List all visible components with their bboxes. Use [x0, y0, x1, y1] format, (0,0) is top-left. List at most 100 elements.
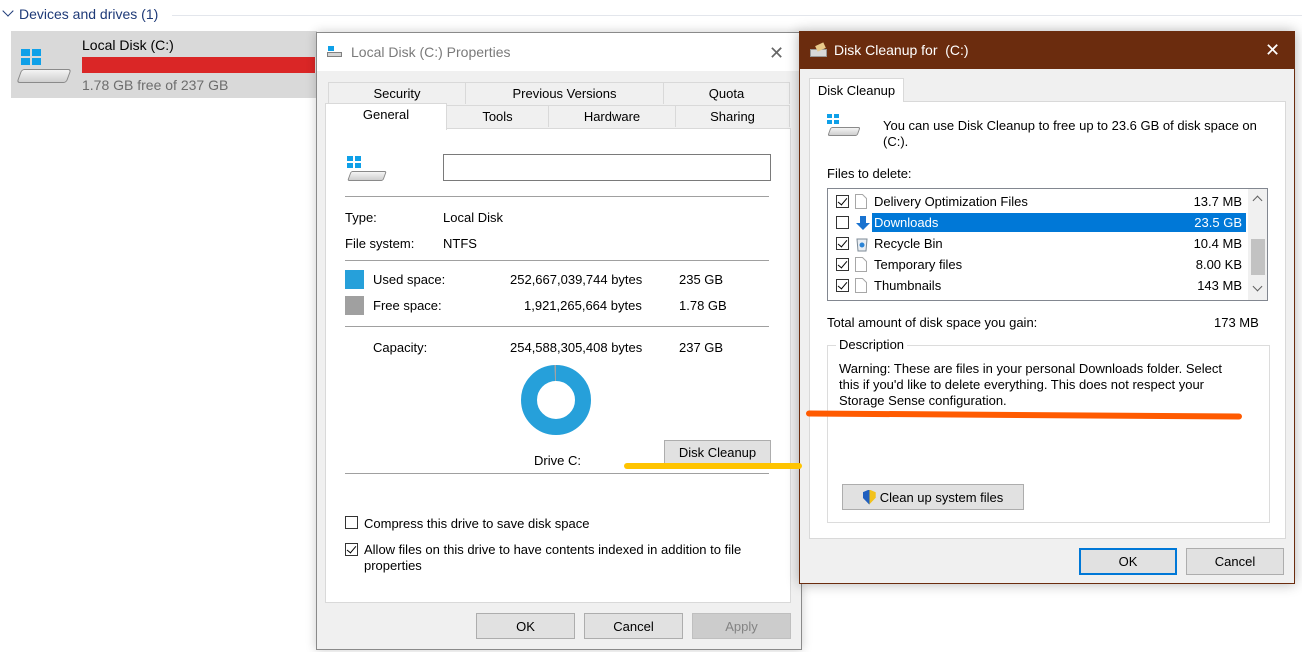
total-gain-value: 173 MB — [1214, 315, 1259, 330]
separator — [345, 260, 769, 261]
usage-donut-chart — [521, 365, 591, 435]
compress-checkbox[interactable] — [345, 516, 358, 529]
file-row-name: Thumbnails — [874, 278, 942, 293]
tab-tools[interactable]: Tools — [446, 105, 549, 127]
cleanup-title: Disk Cleanup for (C:) — [834, 42, 969, 58]
cleanup-ok-button[interactable]: OK — [1079, 548, 1177, 575]
used-space-label: Used space: — [373, 272, 446, 287]
chevron-down-icon — [2, 5, 14, 17]
drive-tile[interactable]: Local Disk (C:) 1.78 GB free of 237 GB — [11, 31, 317, 98]
file-row-checkbox[interactable] — [836, 195, 849, 208]
properties-ok-button[interactable]: OK — [476, 613, 575, 639]
free-space-swatch — [345, 296, 364, 315]
used-space-swatch — [345, 270, 364, 289]
file-row[interactable]: Downloads 23.5 GB — [828, 212, 1248, 233]
tab-general[interactable]: General — [325, 103, 447, 130]
separator — [345, 326, 769, 327]
drive-usage-bar — [82, 57, 317, 73]
compress-label: Compress this drive to save disk space — [364, 516, 590, 531]
file-row-name: Delivery Optimization Files — [874, 194, 1028, 209]
index-label: Allow files on this drive to have conten… — [364, 542, 742, 573]
download-arrow-icon — [855, 215, 870, 230]
hard-drive-icon — [16, 69, 72, 83]
used-space-bytes: 252,667,039,744 bytes — [510, 272, 643, 287]
index-checkbox[interactable] — [345, 543, 358, 556]
type-value: Local Disk — [443, 210, 503, 225]
hard-drive-icon — [827, 114, 861, 142]
tab-security[interactable]: Security — [328, 82, 466, 104]
tab-sharing[interactable]: Sharing — [675, 105, 790, 127]
properties-titlebar[interactable]: Local Disk (C:) Properties ✕ — [317, 33, 801, 71]
section-divider — [172, 15, 1302, 16]
scrollbar-thumb[interactable] — [1251, 239, 1265, 275]
file-row[interactable]: Temporary files 8.00 KB — [828, 254, 1248, 275]
properties-cancel-button[interactable]: Cancel — [584, 613, 683, 639]
file-row-checkbox[interactable] — [836, 237, 849, 250]
file-row[interactable]: Delivery Optimization Files 13.7 MB — [828, 191, 1248, 212]
file-row-size: 13.7 MB — [1193, 194, 1242, 209]
disk-cleanup-button[interactable]: Disk Cleanup — [664, 440, 771, 464]
general-tab-panel: Type: Local Disk File system: NTFS Used … — [325, 128, 791, 603]
tab-hardware[interactable]: Hardware — [548, 105, 676, 127]
file-row[interactable]: Thumbnails 143 MB — [828, 275, 1248, 296]
drive-icon — [16, 49, 75, 93]
close-icon[interactable]: ✕ — [1265, 40, 1280, 61]
file-row-size: 23.5 GB — [1194, 215, 1242, 230]
drive-label-input[interactable] — [443, 154, 771, 181]
drive-small-icon — [327, 46, 343, 58]
capacity-gb: 237 GB — [679, 340, 724, 355]
description-label: Description — [836, 337, 908, 352]
file-icon — [855, 257, 867, 272]
file-row-checkbox[interactable] — [836, 279, 849, 292]
drive-large-icon — [347, 156, 389, 186]
description-group: Description Warning: These are files in … — [827, 337, 1270, 523]
separator — [345, 196, 769, 197]
scroll-up-arrow-icon[interactable] — [1252, 195, 1263, 206]
files-list-scrollbar[interactable] — [1248, 189, 1267, 300]
free-space-bytes: 1,921,265,664 bytes — [524, 298, 642, 313]
drive-name: Local Disk (C:) — [82, 37, 174, 53]
free-space-gb: 1.78 GB — [679, 298, 727, 313]
file-row-checkbox[interactable] — [836, 258, 849, 271]
close-icon[interactable]: ✕ — [769, 43, 784, 64]
cleanup-titlebar[interactable]: Disk Cleanup for (C:) ✕ — [800, 32, 1294, 69]
files-list[interactable]: Delivery Optimization Files 13.7 MB Downlo… — [827, 188, 1268, 301]
file-row-name: Temporary files — [874, 257, 963, 272]
file-row-name: Recycle Bin — [874, 236, 943, 251]
description-text: Warning: These are files in your persona… — [839, 361, 1222, 408]
drive-usage-bar-fill — [82, 57, 315, 73]
file-row-size: 8.00 KB — [1195, 257, 1242, 272]
capacity-bytes: 254,588,305,408 bytes — [510, 340, 643, 355]
cleanup-cancel-button[interactable]: Cancel — [1186, 548, 1284, 575]
properties-apply-button[interactable]: Apply — [692, 613, 791, 639]
free-space-label: Free space: — [373, 298, 442, 313]
cleanup-tab-panel: You can use Disk Cleanup to free up to 2… — [809, 101, 1286, 539]
tab-disk-cleanup[interactable]: Disk Cleanup — [809, 78, 904, 102]
properties-dialog: Local Disk (C:) Properties ✕ Security Pr… — [316, 32, 802, 650]
properties-title: Local Disk (C:) Properties — [351, 44, 511, 60]
file-icon — [855, 194, 867, 209]
drive-c-label: Drive C: — [534, 453, 581, 468]
clean-up-system-files-button[interactable]: Clean up system files — [842, 484, 1024, 510]
tab-quota[interactable]: Quota — [663, 82, 790, 104]
type-label: Type: — [345, 210, 377, 225]
cleanup-intro-text: You can use Disk Cleanup to free up to 2… — [883, 118, 1257, 149]
uac-shield-icon — [862, 489, 876, 505]
drive-free-text: 1.78 GB free of 237 GB — [82, 77, 229, 93]
disk-cleanup-dialog: Disk Cleanup for (C:) ✕ Disk Cleanup You… — [799, 31, 1295, 584]
file-row[interactable]: Recycle Bin 10.4 MB — [828, 233, 1248, 254]
file-row-checkbox[interactable] — [836, 216, 849, 229]
scroll-down-arrow-icon[interactable] — [1252, 281, 1263, 292]
files-list-rows: Delivery Optimization Files 13.7 MB Downlo… — [828, 191, 1248, 297]
windows-logo-icon — [21, 49, 41, 65]
disk-cleanup-app-icon — [810, 42, 828, 58]
file-row-name: Downloads — [874, 215, 939, 230]
yellow-highlight-underline — [624, 463, 802, 469]
file-row-size: 10.4 MB — [1193, 236, 1242, 251]
file-row-size: 143 MB — [1197, 278, 1242, 293]
files-to-delete-label: Files to delete: — [827, 166, 912, 181]
tab-previous-versions[interactable]: Previous Versions — [465, 82, 664, 104]
separator — [345, 473, 769, 474]
file-system-value: NTFS — [443, 236, 477, 251]
explorer-section-header[interactable]: Devices and drives (1) — [0, 4, 1302, 26]
